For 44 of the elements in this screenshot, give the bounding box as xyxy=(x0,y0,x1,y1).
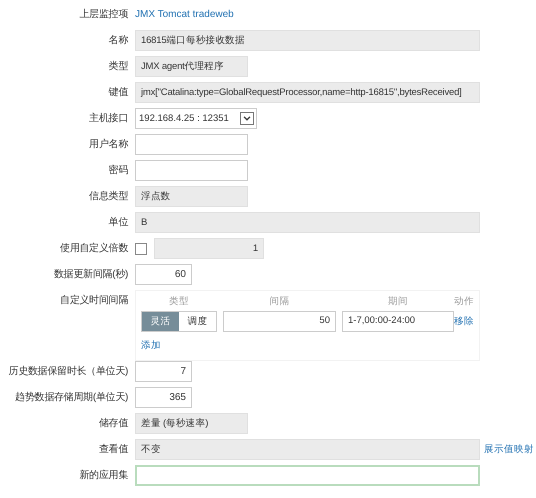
field-label: 类型 xyxy=(108,60,128,74)
number-field[interactable]: 60 xyxy=(135,264,192,285)
readonly-field: 差量 (每秒速率) xyxy=(135,413,248,434)
period-field[interactable]: 1-7,00:00-24:00 xyxy=(342,311,454,332)
field-label: 趋势数据存储周期(单位天) xyxy=(14,390,128,405)
multiplier-field: 1 xyxy=(154,238,264,259)
value-mapping-link[interactable]: 展示值映射 xyxy=(484,439,534,460)
field-label: 键值 xyxy=(108,86,128,100)
input-field[interactable] xyxy=(135,160,248,181)
field-label: 用户名称 xyxy=(88,138,128,152)
column-header: 动作 xyxy=(454,295,474,308)
field-label: 自定义时间间隔 xyxy=(59,294,128,308)
field-label: 信息类型 xyxy=(88,190,128,204)
field-label: 新的应用集 xyxy=(78,468,128,483)
field-label: 查看值 xyxy=(98,442,128,457)
readonly-field: 浮点数 xyxy=(135,186,248,207)
field-label: 名称 xyxy=(108,34,128,48)
number-field[interactable]: 7 xyxy=(135,361,192,382)
column-header: 类型 xyxy=(168,295,190,308)
field-label: 储存值 xyxy=(98,416,128,431)
interval-field[interactable]: 50 xyxy=(223,311,336,332)
column-header: 间隔 xyxy=(268,295,290,308)
field-label: 数据更新间隔(秒) xyxy=(53,268,128,282)
field-label: 密码 xyxy=(108,164,128,178)
column-header: 期间 xyxy=(387,295,409,308)
number-field[interactable]: 365 xyxy=(135,387,192,408)
field-label: 历史数据保留时长（单位天) xyxy=(8,364,128,379)
remove-link[interactable]: 移除 xyxy=(454,311,474,332)
input-field[interactable] xyxy=(135,465,480,486)
input-field[interactable] xyxy=(135,134,248,155)
interface-select[interactable]: 192.168.4.25 : 12351 xyxy=(135,108,257,129)
field-label: 单位 xyxy=(108,216,128,230)
field-label: 上层监控项 xyxy=(78,8,128,22)
readonly-field: 不变 xyxy=(135,439,480,460)
readonly-field: B xyxy=(135,212,480,233)
readonly-field: JMX agent代理程序 xyxy=(135,56,248,77)
field-label: 主机接口 xyxy=(88,112,128,126)
readonly-field: jmx["Catalina:type=GlobalRequestProcessor,name=http-16815",bytesReceived] xyxy=(135,82,480,103)
dropdown-caret-icon xyxy=(240,112,254,125)
field-label: 使用自定义倍数 xyxy=(59,242,128,256)
parent-item-link[interactable]: JMX Tomcat tradeweb xyxy=(135,4,234,25)
add-link[interactable]: 添加 xyxy=(141,335,217,356)
readonly-field: 16815端口每秒接收数据 xyxy=(135,30,480,51)
checkbox[interactable] xyxy=(135,243,147,255)
